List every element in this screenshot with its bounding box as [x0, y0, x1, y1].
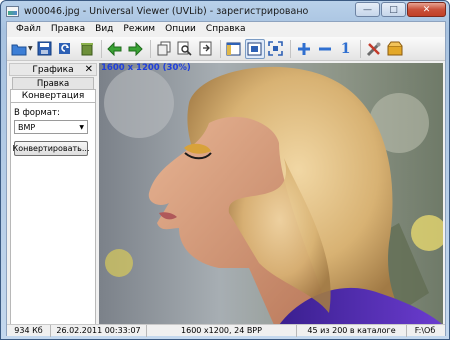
trash-icon[interactable]: [77, 39, 97, 59]
image-viewer[interactable]: 1600 x 1200 (30%): [99, 63, 443, 325]
actual-size-icon[interactable]: 1: [336, 39, 356, 59]
format-label: В формат:: [14, 108, 60, 118]
image-info: 1600 x 1200 (30%): [101, 63, 191, 73]
toolbar-separator: [100, 39, 102, 58]
format-select[interactable]: BMP ▼: [14, 120, 88, 134]
window-title: w00046.jpg - Universal Viewer (UVLib) - …: [24, 5, 309, 17]
convert-tab-content: В формат: BMP ▼ Конвертировать...: [10, 102, 96, 329]
open-folder-icon[interactable]: [9, 39, 29, 59]
title-bar[interactable]: w00046.jpg - Universal Viewer (UVLib) - …: [1, 1, 449, 21]
menu-bar: Файл Правка Вид Режим Опции Справка: [7, 22, 445, 37]
go-to-icon[interactable]: [196, 39, 216, 59]
back-arrow-icon[interactable]: [105, 39, 125, 59]
save-icon[interactable]: [35, 39, 55, 59]
menu-edit[interactable]: Правка: [46, 22, 90, 37]
toolbar-separator: [359, 39, 361, 58]
displayed-photo: [99, 63, 443, 325]
fit-window-icon[interactable]: [244, 38, 265, 59]
app-icon: [6, 5, 19, 17]
zoom-in-icon[interactable]: [294, 39, 314, 59]
toolbar-separator: [289, 39, 291, 58]
status-path: F:\Об: [414, 326, 436, 335]
app-window: w00046.jpg - Universal Viewer (UVLib) - …: [0, 0, 450, 340]
client-area: Файл Правка Вид Режим Опции Справка ▼ 1 …: [6, 21, 446, 337]
minimize-button[interactable]: —: [355, 2, 380, 17]
status-file-size: 934 Кб: [7, 325, 51, 337]
reload-icon[interactable]: [56, 39, 76, 59]
tab-edit[interactable]: Правка: [12, 77, 94, 89]
menu-view[interactable]: Вид: [90, 22, 118, 37]
format-select-value: BMP: [18, 122, 36, 132]
plugins-icon[interactable]: [385, 39, 405, 59]
copy-icon[interactable]: [154, 39, 174, 59]
status-date: 26.02.2011 00:33:07: [51, 325, 147, 337]
status-dimensions: 1600 x1200, 24 BPP: [147, 325, 297, 337]
side-panel: Графика ✕ Правка Конвертация В формат: B…: [9, 63, 97, 329]
menu-options[interactable]: Опции: [160, 22, 201, 37]
window-controls: — □ ✕: [355, 2, 446, 17]
side-panel-close-icon[interactable]: ✕: [85, 64, 93, 75]
side-panel-header: Графика ✕: [9, 63, 97, 76]
status-position: 45 из 200 в каталоге: [297, 325, 407, 337]
close-button[interactable]: ✕: [407, 2, 446, 17]
side-panel-title: Графика: [32, 64, 74, 75]
maximize-button[interactable]: □: [381, 2, 406, 17]
forward-arrow-icon[interactable]: [126, 39, 146, 59]
open-dropdown-icon[interactable]: ▼: [28, 45, 33, 52]
tab-convert[interactable]: Конвертация: [10, 89, 96, 102]
chevron-down-icon: ▼: [79, 123, 84, 131]
find-icon[interactable]: [175, 39, 195, 59]
fullscreen-icon[interactable]: [266, 39, 286, 59]
toolbar-separator: [149, 39, 151, 58]
status-bar: 934 Кб 26.02.2011 00:33:07 1600 x1200, 2…: [7, 324, 445, 337]
toolbar-separator: [219, 39, 221, 58]
menu-mode[interactable]: Режим: [118, 22, 160, 37]
convert-button[interactable]: Конвертировать...: [13, 141, 90, 156]
toolbar: ▼ 1: [7, 37, 445, 61]
panel-view-icon[interactable]: [224, 39, 244, 59]
tools-icon[interactable]: [364, 39, 384, 59]
menu-help[interactable]: Справка: [201, 22, 251, 37]
menu-file[interactable]: Файл: [11, 22, 46, 37]
actual-size-label: 1: [340, 40, 351, 57]
zoom-out-icon[interactable]: [315, 39, 335, 59]
